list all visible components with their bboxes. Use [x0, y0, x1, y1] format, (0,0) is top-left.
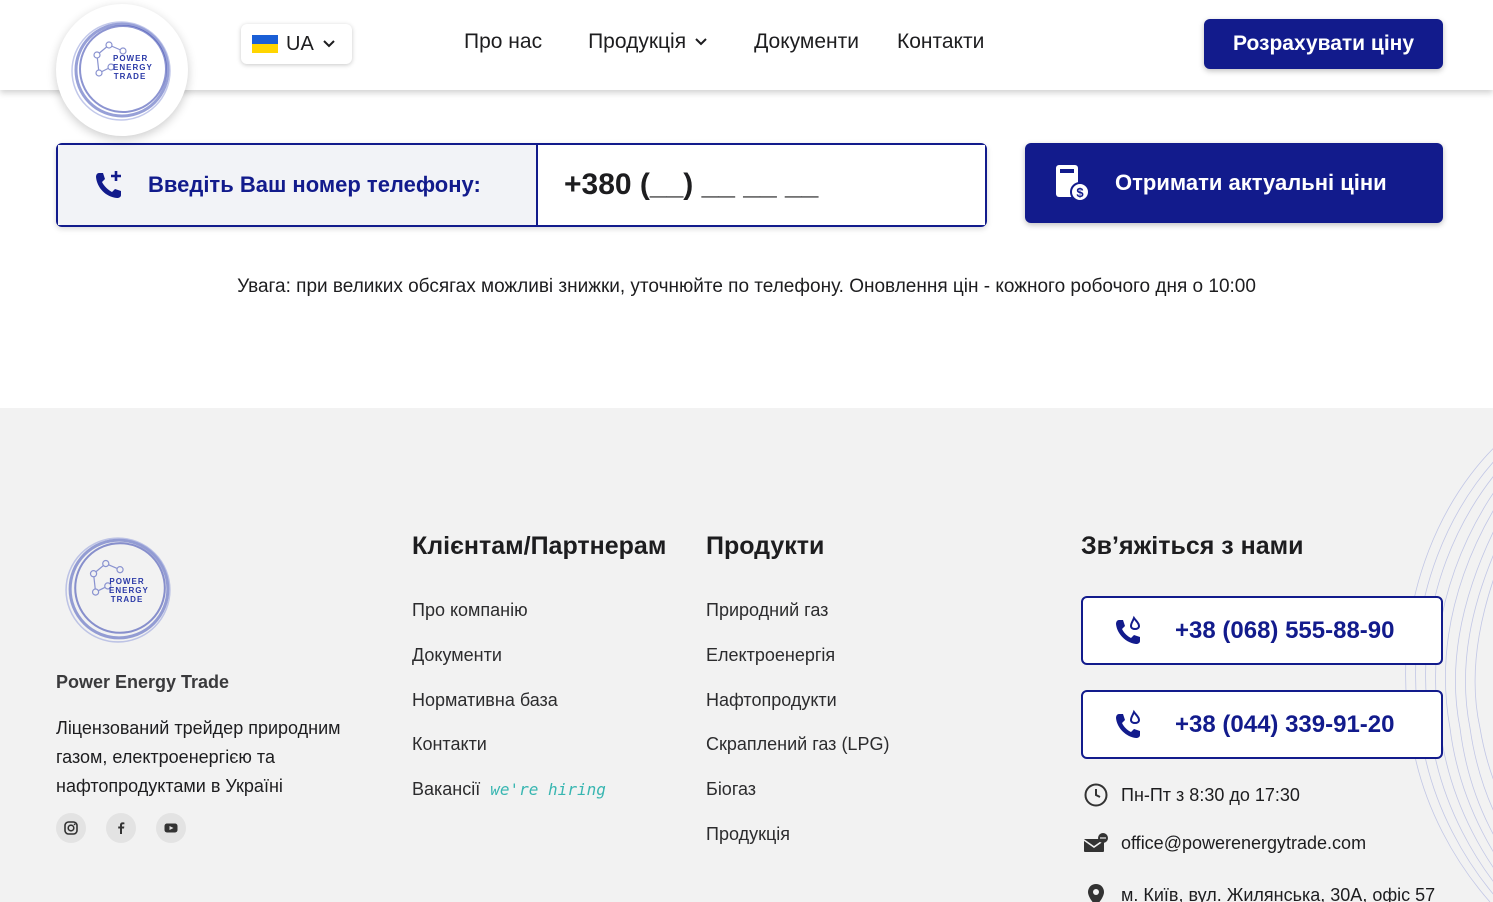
- footer-link-oil-products[interactable]: Нафтопродукти: [706, 690, 889, 735]
- footer-link-vacancies[interactable]: Вакансії we're hiring: [412, 779, 606, 824]
- address-row: м. Київ, вул. Жилянська, 30А, офіс 57: [1083, 882, 1435, 902]
- phone-call-icon: [1116, 709, 1141, 738]
- get-prices-button[interactable]: $ Отримати актуальні ціни: [1025, 143, 1443, 223]
- discount-notice: Увага: при великих обсягах можливі знижк…: [237, 276, 1256, 297]
- working-hours: Пн-Пт з 8:30 до 17:30: [1083, 782, 1300, 808]
- language-label: UA: [286, 32, 314, 55]
- footer-link-electricity[interactable]: Електроенергія: [706, 645, 889, 690]
- footer-link-regulatory-base[interactable]: Нормативна база: [412, 690, 606, 735]
- svg-text:$: $: [1076, 185, 1084, 200]
- logo-text: POWER ENERGY TRADE: [113, 54, 153, 81]
- instagram-icon: [64, 821, 78, 835]
- calculate-price-button[interactable]: Розрахувати ціну: [1204, 19, 1443, 69]
- facebook-link[interactable]: [106, 813, 136, 843]
- clients-column-title: Клієнтам/Партнерам: [412, 532, 667, 560]
- email-row[interactable]: office@powerenergytrade.com: [1083, 832, 1366, 854]
- phone-card-mobile[interactable]: +38 (068) 555-88-90: [1081, 596, 1443, 665]
- phone-add-icon: [96, 171, 121, 198]
- company-name: Power Energy Trade: [56, 672, 230, 692]
- get-prices-label: Отримати актуальні ціни: [1115, 170, 1387, 195]
- footer-link-documents[interactable]: Документи: [412, 645, 606, 690]
- chevron-down-icon: [695, 38, 707, 46]
- nav-about[interactable]: Про нас: [464, 30, 542, 54]
- products-links: Природний газ Електроенергія Нафтопродук…: [706, 600, 889, 869]
- youtube-link[interactable]: [156, 813, 186, 843]
- site-header: UA Про нас Продукція Документи Контакти …: [0, 0, 1493, 90]
- youtube-icon: [164, 823, 178, 833]
- phone-card-office[interactable]: +38 (044) 339-91-20: [1081, 690, 1443, 759]
- phone-label: Введіть Ваш номер телефону:: [148, 172, 481, 197]
- nav-contacts[interactable]: Контакти: [897, 30, 984, 54]
- phone-input[interactable]: [538, 145, 985, 225]
- ukraine-flag-icon: [252, 35, 278, 53]
- chevron-down-icon: [323, 40, 335, 48]
- footer-logo[interactable]: POWER ENERGY TRADE: [63, 533, 175, 645]
- nav-documents[interactable]: Документи: [754, 30, 859, 54]
- footer-link-products[interactable]: Продукція: [706, 824, 889, 869]
- logo-text: POWER ENERGY TRADE: [109, 577, 149, 604]
- price-document-icon: $: [1056, 165, 1090, 202]
- footer-link-natural-gas[interactable]: Природний газ: [706, 600, 889, 645]
- facebook-icon: [118, 822, 125, 834]
- social-links: [56, 813, 186, 843]
- main-nav: Про нас Продукція Документи Контакти: [464, 30, 984, 54]
- phone-number-2: +38 (044) 339-91-20: [1175, 710, 1395, 738]
- clock-icon: [1084, 783, 1108, 807]
- hiring-badge: we're hiring: [490, 780, 606, 800]
- instagram-link[interactable]: [56, 813, 86, 843]
- language-selector[interactable]: UA: [241, 24, 352, 64]
- mail-icon: [1083, 833, 1108, 852]
- footer-link-lpg[interactable]: Скраплений газ (LPG): [706, 734, 889, 779]
- footer-link-contacts[interactable]: Контакти: [412, 734, 606, 779]
- phone-form: Введіть Ваш номер телефону:: [56, 143, 987, 227]
- location-pin-icon: [1088, 884, 1104, 902]
- contact-column-title: Зв’яжіться з нами: [1081, 532, 1304, 560]
- clients-links: Про компанію Документи Нормативна база К…: [412, 600, 606, 824]
- site-logo[interactable]: POWER ENERGY TRADE: [56, 4, 188, 136]
- products-column-title: Продукти: [706, 532, 825, 560]
- nav-products[interactable]: Продукція: [588, 30, 708, 54]
- company-description: Ліцензований трейдер природним газом, ел…: [56, 718, 341, 796]
- phone-call-icon: [1116, 615, 1141, 644]
- phone-label-block: Введіть Ваш номер телефону:: [58, 145, 538, 225]
- phone-number-1: +38 (068) 555-88-90: [1175, 616, 1395, 644]
- footer-link-biogas[interactable]: Біогаз: [706, 779, 889, 824]
- site-footer: POWER ENERGY TRADE Power Energy Trade Ліце…: [0, 408, 1493, 902]
- footer-link-about-company[interactable]: Про компанію: [412, 600, 606, 645]
